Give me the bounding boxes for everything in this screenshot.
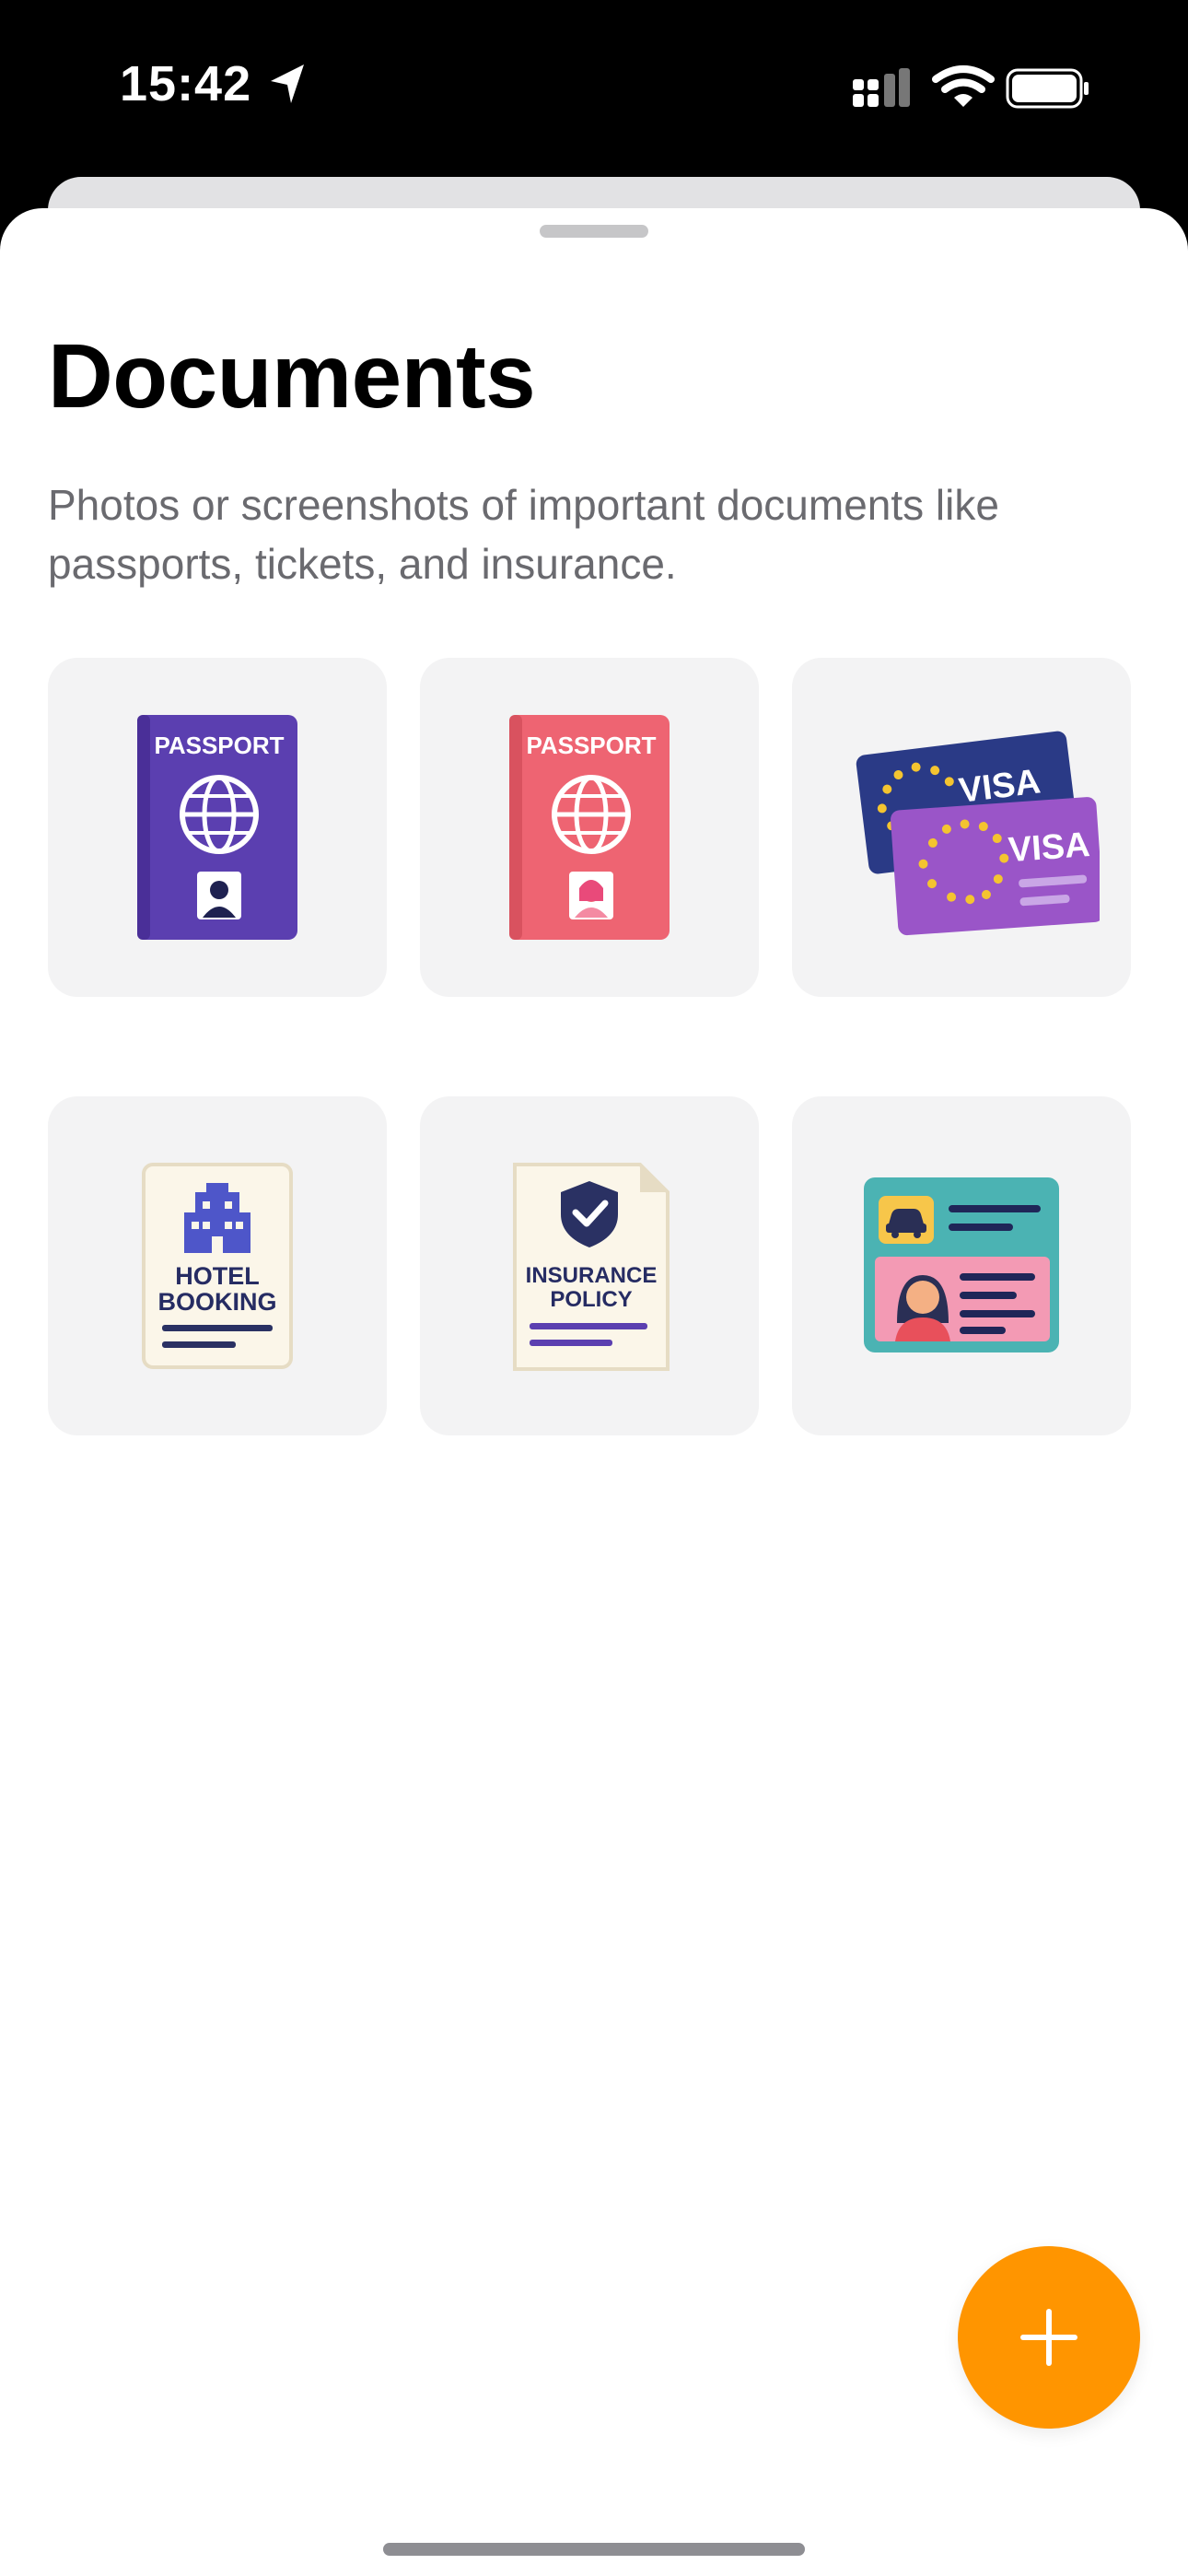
page-subtitle: Photos or screenshots of important docum…	[48, 481, 999, 588]
document-tile-hotel-booking[interactable]: HOTEL BOOKING	[48, 1096, 387, 1435]
page-title: Documents	[48, 325, 536, 427]
battery-icon	[1006, 68, 1089, 109]
sheet-grabber[interactable]	[540, 225, 648, 238]
add-document-button[interactable]	[958, 2246, 1140, 2429]
document-tile-pink-passport[interactable]: PASSPORT	[420, 658, 759, 997]
id-card-icon	[864, 1177, 1059, 1352]
document-tile-purple-passport[interactable]: PASSPORT	[48, 658, 387, 997]
hotel-label-line2: BOOKING	[157, 1288, 276, 1316]
passport-icon: PASSPORT	[509, 715, 670, 940]
passport-label: PASSPORT	[154, 732, 284, 759]
passport-icon: PASSPORT	[137, 715, 297, 940]
hotel-label-line1: HOTEL	[175, 1262, 260, 1290]
home-indicator[interactable]	[383, 2543, 805, 2556]
document-tile-driver-license[interactable]	[792, 1096, 1131, 1435]
wifi-icon	[932, 65, 995, 107]
document-tile-visa-cards[interactable]: VISA VISA	[792, 658, 1131, 997]
documents-sheet: Documents Photos or screenshots of impor…	[0, 208, 1188, 2576]
hotel-booking-icon: HOTEL BOOKING	[142, 1163, 293, 1369]
document-tile-insurance-policy[interactable]: INSURANCE POLICY	[420, 1096, 759, 1435]
insurance-policy-icon: INSURANCE POLICY	[513, 1163, 670, 1371]
visa-card-icon: VISA VISA	[856, 731, 1100, 936]
visa-label-front: VISA	[1007, 825, 1091, 870]
plus-icon	[1020, 2309, 1077, 2366]
cellular-signal-icon	[853, 68, 910, 107]
insurance-label-line2: POLICY	[550, 1287, 632, 1312]
location-arrow-icon	[271, 64, 304, 103]
status-time: 15:42	[120, 56, 252, 111]
status-bar: 15:42	[0, 0, 1188, 175]
insurance-label-line1: INSURANCE	[526, 1263, 658, 1288]
passport-label: PASSPORT	[526, 732, 656, 759]
